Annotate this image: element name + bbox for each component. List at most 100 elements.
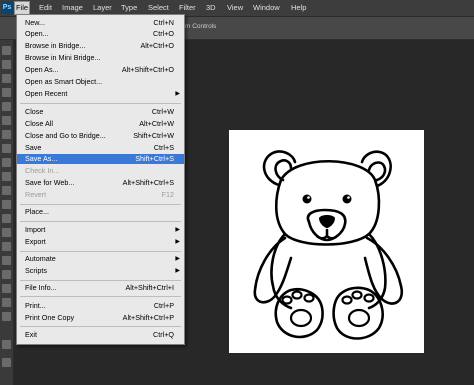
menu-item-new[interactable]: New... Ctrl+N xyxy=(17,18,184,28)
menu-item-label: Save xyxy=(25,143,42,152)
menu-item-label: Close All xyxy=(25,119,53,128)
submenu-arrow-icon: ▶ xyxy=(175,239,180,245)
menu-edit[interactable]: Edit xyxy=(38,2,53,14)
menu-item-shortcut: Shift+Ctrl+S xyxy=(135,154,174,163)
menu-item-automate[interactable]: Automate ▶ xyxy=(17,254,184,264)
menu-item-save-for-web[interactable]: Save for Web... Alt+Shift+Ctrl+S xyxy=(17,178,184,188)
menu-separator xyxy=(20,103,181,104)
eyedropper-tool-icon[interactable] xyxy=(2,116,11,125)
menu-item-shortcut: Ctrl+S xyxy=(153,143,174,152)
menu-item-label: Check In... xyxy=(25,166,60,175)
crop-tool-icon[interactable] xyxy=(2,102,11,111)
menu-item-close[interactable]: Close Ctrl+W xyxy=(17,107,184,117)
menu-item-shortcut: Alt+Ctrl+O xyxy=(140,41,174,50)
move-tool-icon[interactable] xyxy=(2,46,11,55)
menu-item-scripts[interactable]: Scripts ▶ xyxy=(17,266,184,276)
menu-item-shortcut: Ctrl+P xyxy=(153,301,174,310)
menu-separator xyxy=(20,251,181,252)
menu-item-close-all[interactable]: Close All Alt+Ctrl+W xyxy=(17,119,184,129)
history-brush-tool-icon[interactable] xyxy=(2,172,11,181)
menu-view[interactable]: View xyxy=(226,2,244,14)
menu-item-open-as-smart-object[interactable]: Open as Smart Object... xyxy=(17,77,184,87)
menu-item-label: Browse in Bridge... xyxy=(25,41,86,50)
menu-item-print-one-copy[interactable]: Print One Copy Alt+Shift+Ctrl+P xyxy=(17,313,184,323)
menu-item-label: Save As... xyxy=(25,154,58,163)
menu-item-label: Close and Go to Bridge... xyxy=(25,131,106,140)
pen-tool-icon[interactable] xyxy=(2,242,11,251)
menu-type[interactable]: Type xyxy=(120,2,138,14)
menu-item-label: Open as Smart Object... xyxy=(25,77,103,86)
marquee-tool-icon[interactable] xyxy=(2,60,11,69)
menu-item-exit[interactable]: Exit Ctrl+Q xyxy=(17,330,184,340)
eraser-tool-icon[interactable] xyxy=(2,186,11,195)
tools-panel xyxy=(0,40,14,385)
menu-item-open-as[interactable]: Open As... Alt+Shift+Ctrl+O xyxy=(17,65,184,75)
healing-tool-icon[interactable] xyxy=(2,130,11,139)
menu-item-browse-in-mini-bridge[interactable]: Browse in Mini Bridge... xyxy=(17,53,184,63)
menu-file[interactable]: File xyxy=(14,1,31,15)
menu-3d[interactable]: 3D xyxy=(205,2,217,14)
menu-filter[interactable]: Filter xyxy=(178,2,197,14)
menu-item-label: Place... xyxy=(25,207,49,216)
blur-tool-icon[interactable] xyxy=(2,214,11,223)
menu-image[interactable]: Image xyxy=(61,2,84,14)
menu-item-shortcut: Ctrl+Q xyxy=(153,330,174,339)
photoshop-logo: Ps xyxy=(1,1,13,14)
type-tool-icon[interactable] xyxy=(2,256,11,265)
menu-item-save[interactable]: Save Ctrl+S xyxy=(17,143,184,153)
submenu-arrow-icon: ▶ xyxy=(175,91,180,97)
menu-item-check-in: Check In... xyxy=(17,166,184,176)
menu-item-label: Automate xyxy=(25,254,56,263)
document-canvas[interactable] xyxy=(229,130,424,353)
menu-item-export[interactable]: Export ▶ xyxy=(17,237,184,247)
menu-item-label: Print... xyxy=(25,301,46,310)
menu-item-close-and-go-to-bridge[interactable]: Close and Go to Bridge... Shift+Ctrl+W xyxy=(17,131,184,141)
menu-item-open[interactable]: Open... Ctrl+O xyxy=(17,29,184,39)
menu-item-label: Scripts xyxy=(25,266,47,275)
stamp-tool-icon[interactable] xyxy=(2,158,11,167)
menu-item-shortcut: Ctrl+W xyxy=(151,107,174,116)
menu-item-import[interactable]: Import ▶ xyxy=(17,225,184,235)
menu-item-revert: Revert F12 xyxy=(17,190,184,200)
menu-item-shortcut: Alt+Ctrl+W xyxy=(139,119,174,128)
menu-item-shortcut: F12 xyxy=(161,190,174,199)
menu-item-place[interactable]: Place... xyxy=(17,207,184,217)
teddy-bear-image xyxy=(253,150,404,340)
menu-separator xyxy=(20,296,181,297)
hand-tool-icon[interactable] xyxy=(2,298,11,307)
menu-layer[interactable]: Layer xyxy=(92,2,113,14)
menu-item-open-recent[interactable]: Open Recent ▶ xyxy=(17,89,184,99)
quick-select-tool-icon[interactable] xyxy=(2,88,11,97)
menu-item-label: Open... xyxy=(25,29,49,38)
shape-tool-icon[interactable] xyxy=(2,284,11,293)
path-select-tool-icon[interactable] xyxy=(2,270,11,279)
menu-separator xyxy=(20,221,181,222)
menu-separator xyxy=(20,204,181,205)
menu-item-browse-in-bridge[interactable]: Browse in Bridge... Alt+Ctrl+O xyxy=(17,41,184,51)
menu-window[interactable]: Window xyxy=(252,2,281,14)
menu-separator xyxy=(20,326,181,327)
gradient-tool-icon[interactable] xyxy=(2,200,11,209)
menu-select[interactable]: Select xyxy=(147,2,170,14)
menu-separator xyxy=(20,280,181,281)
screen-mode-icon[interactable] xyxy=(2,358,11,367)
submenu-arrow-icon: ▶ xyxy=(175,256,180,262)
menu-item-label: Print One Copy xyxy=(25,313,75,322)
menu-item-file-info[interactable]: File Info... Alt+Shift+Ctrl+I xyxy=(17,283,184,293)
menu-help[interactable]: Help xyxy=(290,2,307,14)
brush-tool-icon[interactable] xyxy=(2,144,11,153)
menu-item-print[interactable]: Print... Ctrl+P xyxy=(17,301,184,311)
quick-mask-icon[interactable] xyxy=(2,340,11,349)
menu-item-label: Save for Web... xyxy=(25,178,75,187)
dodge-tool-icon[interactable] xyxy=(2,228,11,237)
menu-item-label: Exit xyxy=(25,330,37,339)
menu-item-label: Open Recent xyxy=(25,89,68,98)
menu-item-label: Import xyxy=(25,225,46,234)
menu-item-label: Export xyxy=(25,237,46,246)
zoom-tool-icon[interactable] xyxy=(2,312,11,321)
lasso-tool-icon[interactable] xyxy=(2,74,11,83)
menu-item-label: Revert xyxy=(25,190,47,199)
menu-item-save-as[interactable]: Save As... Shift+Ctrl+S xyxy=(17,154,184,164)
menu-item-shortcut: Alt+Shift+Ctrl+S xyxy=(122,178,174,187)
menu-item-label: New... xyxy=(25,18,45,27)
